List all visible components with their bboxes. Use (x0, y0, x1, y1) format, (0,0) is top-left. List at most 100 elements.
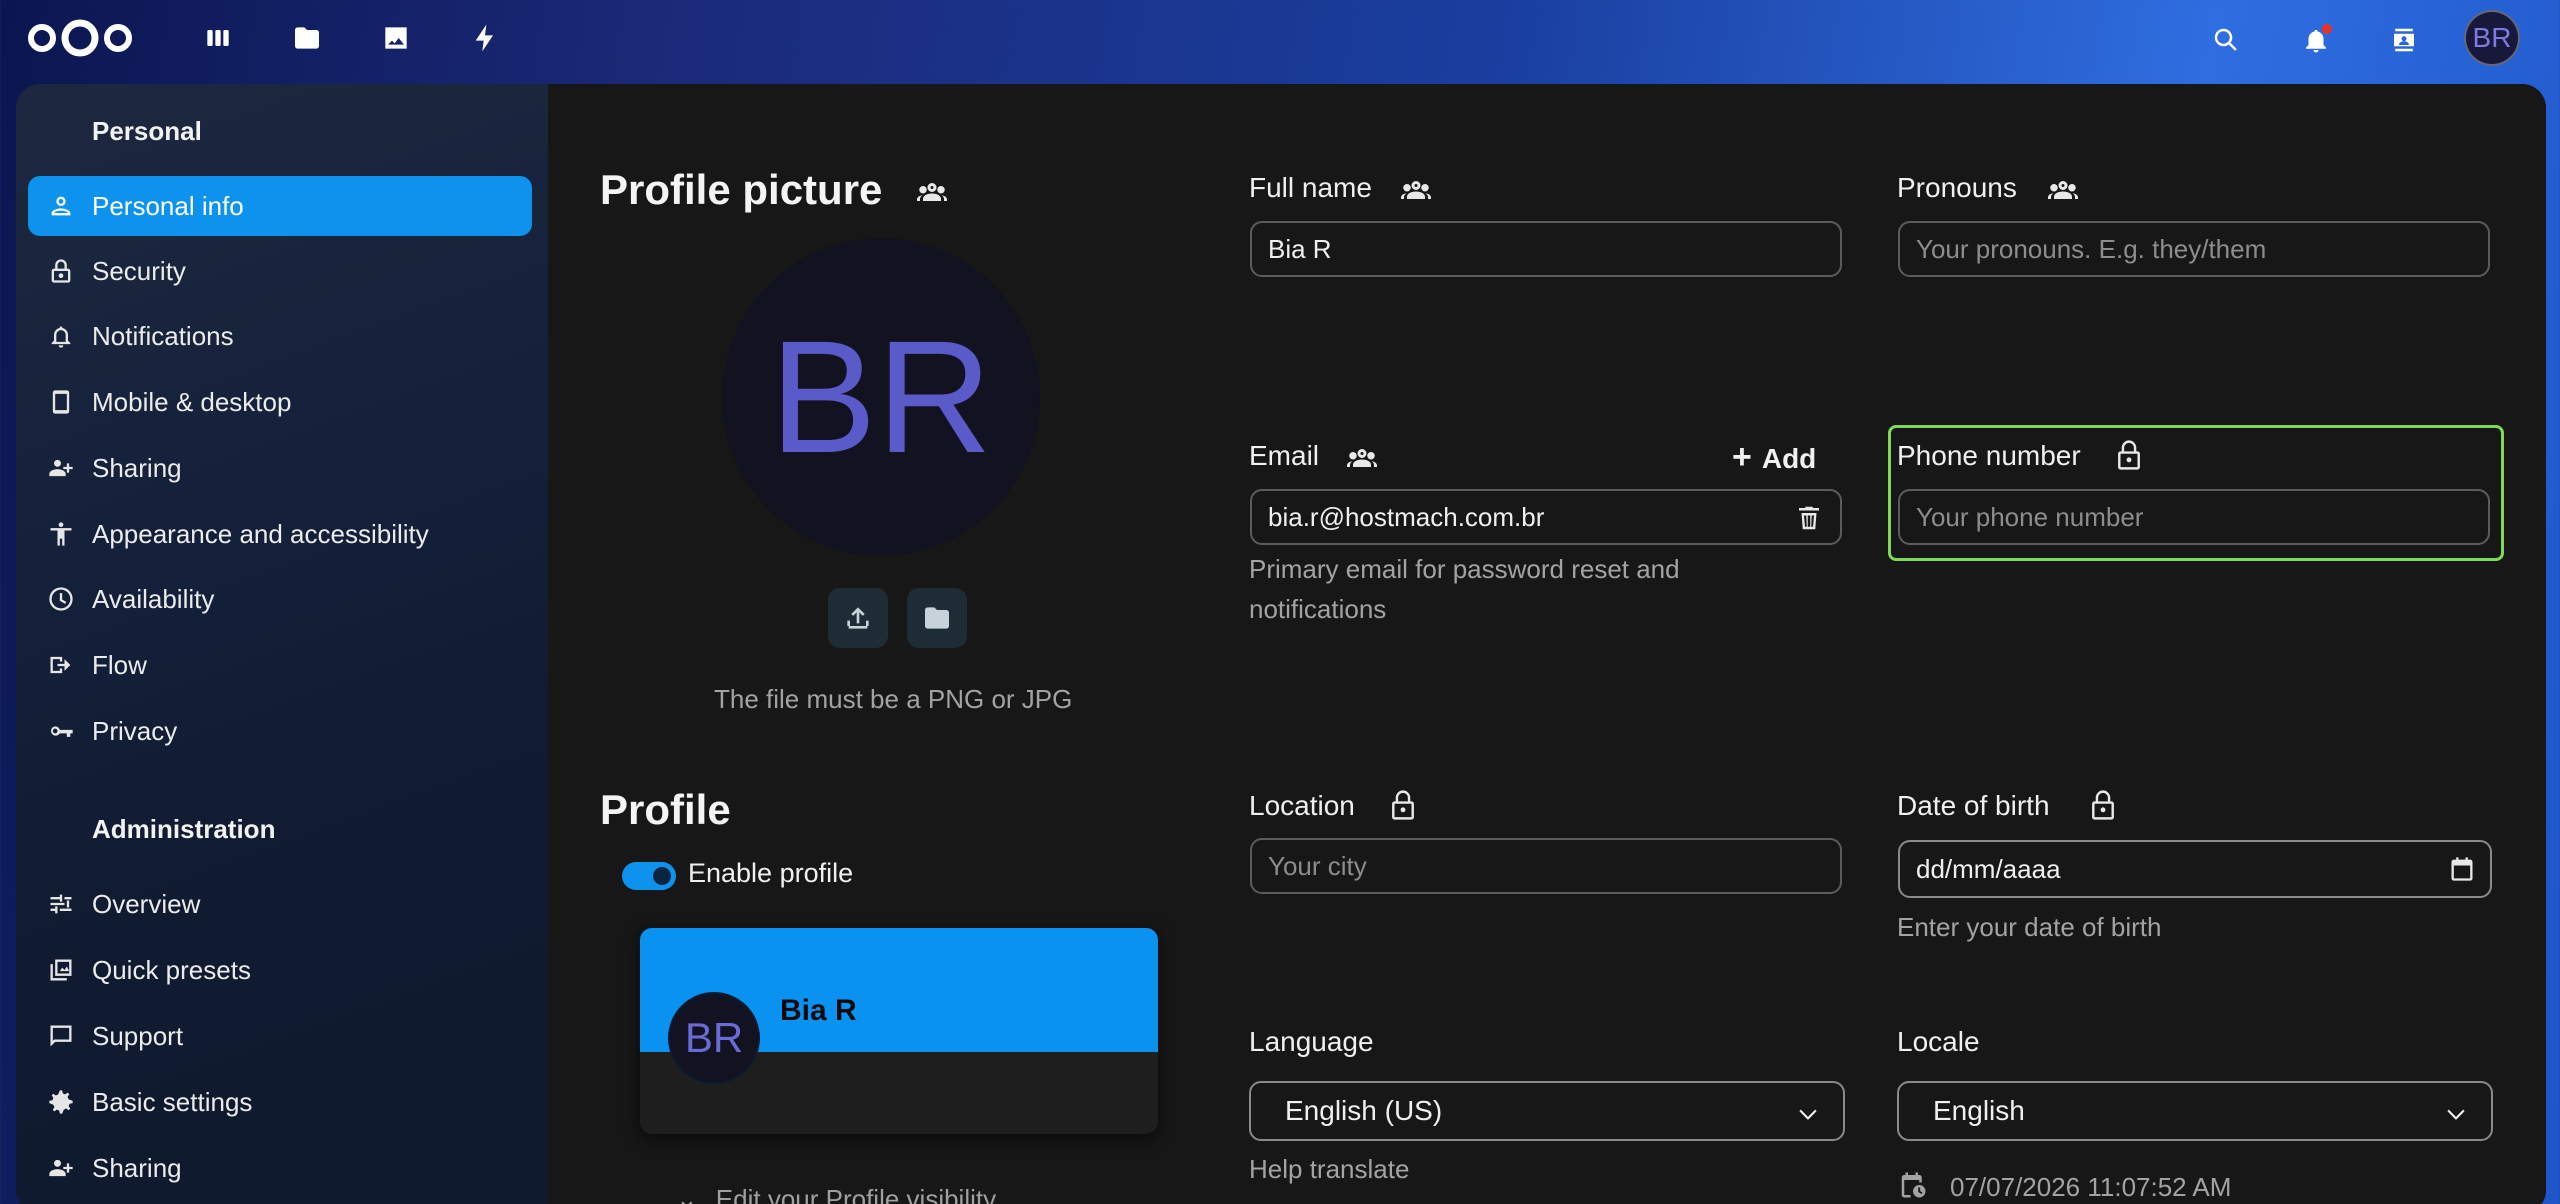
share-icon (46, 1153, 76, 1183)
add-email-label: Add (1761, 443, 1817, 474)
chevron-down-icon: ⌄ (676, 1184, 698, 1204)
sidebar-item-label: Mobile & desktop (92, 386, 292, 417)
email-input[interactable]: bia.r@hostmach.com.br (1250, 489, 1842, 545)
sidebar-item-label: Security (92, 255, 186, 286)
nextcloud-logo[interactable] (24, 18, 136, 58)
sidebar: Personal Personal info Security Notifica… (16, 84, 548, 1204)
sidebar-item-label: Notifications (92, 320, 234, 351)
phone-input[interactable]: Your phone number (1898, 489, 2490, 545)
support-icon (46, 1021, 76, 1051)
profile-avatar: BR (722, 238, 1040, 556)
email-visibility-icon[interactable] (1344, 440, 1380, 476)
search-icon[interactable] (2204, 18, 2248, 62)
full-name-visibility-icon[interactable] (1398, 172, 1434, 208)
chevron-down-icon (1799, 1109, 1817, 1120)
sliders-icon (46, 889, 76, 919)
pronouns-input[interactable]: Your pronouns. E.g. they/them (1898, 221, 2490, 277)
birth-input[interactable]: dd/mm/aaaa (1898, 840, 2492, 898)
sidebar-item-sharing[interactable]: Sharing (28, 438, 532, 498)
enable-profile-label: Enable profile (688, 858, 854, 888)
administration-heading: Administration (92, 814, 276, 844)
sidebar-item-personal-info[interactable]: Personal info (28, 176, 532, 236)
birth-lock-icon[interactable] (2088, 788, 2118, 822)
photos-icon[interactable] (376, 18, 416, 58)
locale-value: English (1933, 1095, 2025, 1126)
location-input[interactable]: Your city (1250, 838, 1842, 894)
user-icon (46, 191, 76, 221)
sidebar-item-label: Basic settings (92, 1086, 253, 1117)
language-select[interactable]: English (US) (1249, 1081, 1845, 1141)
sidebar-item-security[interactable]: Security (28, 241, 532, 301)
sidebar-item-notifications[interactable]: Notifications (28, 306, 532, 366)
card-name: Bia R (780, 994, 857, 1027)
profile-title: Profile (600, 786, 731, 833)
gear-icon (46, 1087, 76, 1117)
locale-select[interactable]: English (1897, 1081, 2493, 1141)
add-email-button[interactable]: + Add (1732, 438, 1816, 477)
pronouns-placeholder: Your pronouns. E.g. they/them (1916, 233, 2267, 264)
sidebar-item-label: Availability (92, 583, 215, 614)
sidebar-item-availability[interactable]: Availability (28, 569, 532, 629)
full-name-input[interactable]: Bia R (1250, 221, 1842, 277)
sidebar-item-admin-sharing[interactable]: Sharing (28, 1138, 532, 1198)
sidebar-item-flow[interactable]: Flow (28, 635, 532, 695)
activity-icon[interactable] (465, 18, 505, 58)
email-help-line1: Primary email for password reset and (1249, 554, 1680, 584)
presets-icon (46, 955, 76, 985)
file-type-hint: The file must be a PNG or JPG (714, 684, 1073, 714)
location-placeholder: Your city (1268, 850, 1367, 881)
language-value: English (US) (1285, 1095, 1443, 1126)
choose-from-files-button[interactable] (907, 588, 967, 648)
top-bar: BR (0, 0, 2560, 80)
location-label: Location (1249, 790, 1355, 821)
sidebar-item-support[interactable]: Support (28, 1006, 532, 1066)
sidebar-item-appearance[interactable]: Appearance and accessibility (28, 504, 532, 564)
pronouns-label: Pronouns (1897, 172, 2017, 203)
files-icon[interactable] (287, 18, 327, 58)
share-icon (46, 453, 76, 483)
dashboard-icon[interactable] (198, 18, 238, 58)
personal-heading: Personal (92, 116, 202, 146)
folder-icon (925, 607, 949, 629)
profile-preview-card[interactable]: BR Bia R (640, 928, 1158, 1134)
sidebar-item-label: Flow (92, 649, 147, 680)
edit-visibility-label: Edit your Profile visibility (715, 1184, 997, 1204)
full-name-value: Bia R (1268, 233, 1332, 264)
birth-value: dd/mm/aaaa (1916, 853, 2061, 884)
email-help-line2: notifications (1249, 594, 1387, 624)
sidebar-item-label: Privacy (92, 715, 178, 746)
user-avatar[interactable]: BR (2464, 10, 2520, 66)
pronouns-visibility-icon[interactable] (2045, 172, 2081, 208)
lock-icon (46, 256, 76, 286)
visibility-contacts-icon[interactable] (914, 174, 950, 210)
help-translate-link[interactable]: Help translate (1249, 1154, 1409, 1185)
phone-icon (46, 387, 76, 417)
language-label: Language (1249, 1026, 1374, 1057)
sidebar-item-mobile-desktop[interactable]: Mobile & desktop (28, 372, 532, 432)
calendar-clock-icon (1898, 1170, 1932, 1202)
upload-button[interactable] (828, 588, 888, 648)
phone-label: Phone number (1897, 440, 2081, 471)
notification-badge (2322, 24, 2332, 34)
notifications-icon[interactable] (2294, 18, 2338, 62)
contacts-icon[interactable] (2382, 18, 2426, 62)
sidebar-item-overview[interactable]: Overview (28, 874, 532, 934)
enable-profile-toggle[interactable] (622, 862, 676, 890)
email-label: Email (1249, 440, 1320, 471)
full-name-label: Full name (1249, 172, 1372, 203)
sidebar-item-quick-presets[interactable]: Quick presets (28, 940, 532, 1000)
location-lock-icon[interactable] (1388, 788, 1418, 822)
birth-help: Enter your date of birth (1897, 912, 2162, 942)
sidebar-item-basic-settings[interactable]: Basic settings (28, 1072, 532, 1132)
birth-label: Date of birth (1897, 790, 2050, 821)
accessibility-icon (46, 519, 76, 549)
bell-icon (46, 321, 76, 351)
sidebar-item-privacy[interactable]: Privacy (28, 701, 532, 761)
calendar-icon[interactable] (2448, 855, 2476, 883)
edit-visibility-link[interactable]: ⌄ Edit your Profile visibility (676, 1184, 996, 1204)
phone-lock-icon[interactable] (2114, 438, 2144, 472)
trash-icon[interactable] (1794, 503, 1824, 533)
sidebar-item-label: Quick presets (92, 954, 251, 985)
plus-icon: + (1732, 438, 1752, 476)
flow-icon (46, 650, 76, 680)
